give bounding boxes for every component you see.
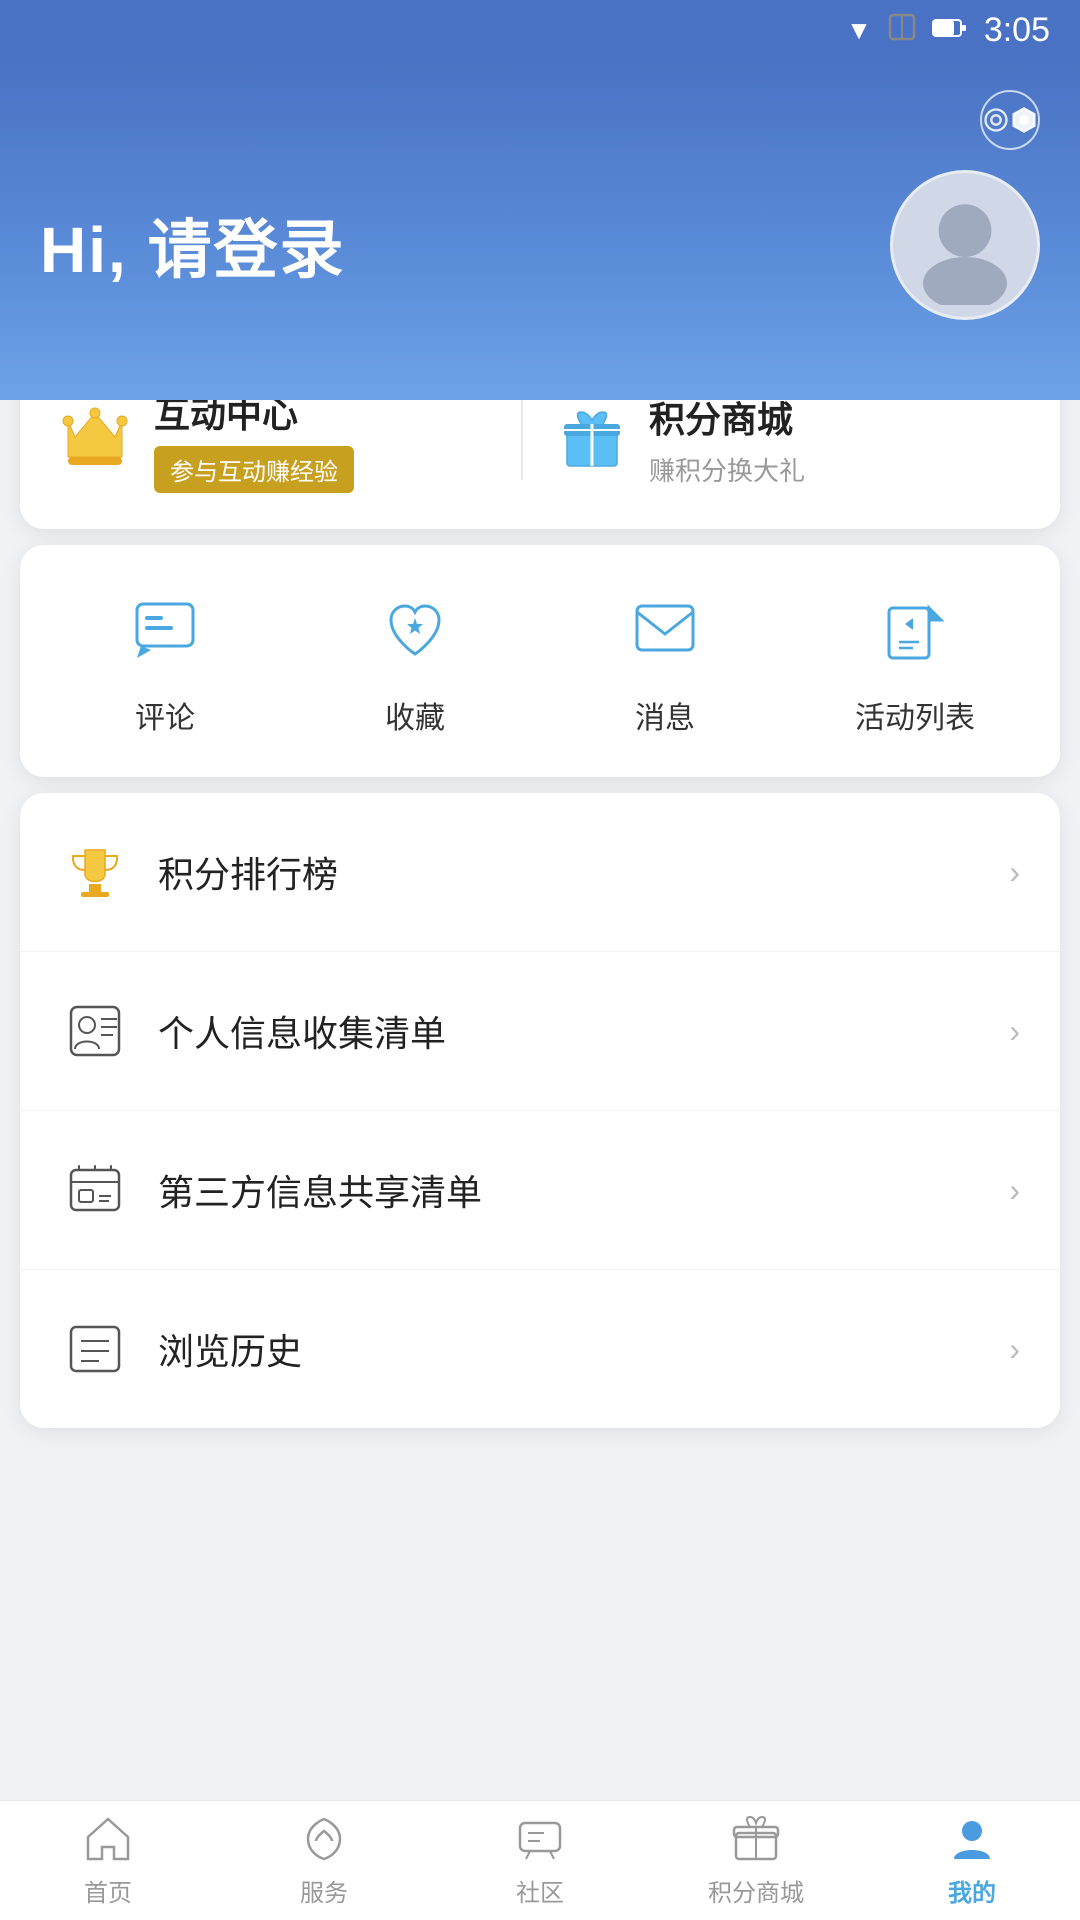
avatar[interactable] — [890, 170, 1040, 320]
action-comment-label: 评论 — [135, 693, 195, 737]
list-card: 积分排行榜 › 个人信息收集清单 › — [20, 793, 1060, 1428]
nav-mine-label: 我的 — [948, 1873, 996, 1908]
nav-points-mall-label: 积分商城 — [708, 1873, 804, 1908]
nav-community-label: 社区 — [516, 1873, 564, 1908]
points-mall-subtitle: 赚积分换大礼 — [649, 451, 805, 488]
personal-info-icon — [60, 996, 130, 1066]
history-label: 浏览历史 — [158, 1323, 1009, 1375]
history-icon — [60, 1314, 130, 1384]
nav-points-mall[interactable]: 积分商城 — [648, 1813, 864, 1908]
favorite-icon — [370, 585, 460, 675]
nav-home-label: 首页 — [84, 1873, 132, 1908]
third-party-label: 第三方信息共享清单 — [158, 1164, 1009, 1216]
points-mall-section[interactable]: 积分商城 赚积分换大礼 — [523, 391, 1020, 488]
third-party-icon — [60, 1155, 130, 1225]
ranking-arrow: › — [1009, 854, 1020, 891]
list-item-history[interactable]: 浏览历史 › — [20, 1270, 1060, 1428]
action-message[interactable]: 消息 — [540, 585, 790, 737]
interactive-center-badge: 参与互动赚经验 — [154, 446, 354, 493]
interactive-center-text: 互动中心 参与互动赚经验 — [154, 386, 354, 493]
wifi-icon: ▼ — [846, 15, 872, 46]
list-item-third-party[interactable]: 第三方信息共享清单 › — [20, 1111, 1060, 1270]
history-arrow: › — [1009, 1331, 1020, 1368]
message-icon — [620, 585, 710, 675]
nav-service[interactable]: 服务 — [216, 1813, 432, 1908]
list-item-personal-info[interactable]: 个人信息收集清单 › — [20, 952, 1060, 1111]
battery-icon — [932, 15, 968, 46]
action-activity[interactable]: 活动列表 — [790, 585, 1040, 737]
sim-icon — [888, 13, 916, 48]
nav-home[interactable]: 首页 — [0, 1813, 216, 1908]
clock: 3:05 — [984, 11, 1050, 50]
status-bar: ▼ 3:05 — [0, 0, 1080, 60]
personal-info-label: 个人信息收集清单 — [158, 1005, 1009, 1057]
bottom-nav: 首页 服务 社区 积分商城 我的 — [0, 1800, 1080, 1920]
third-party-arrow: › — [1009, 1172, 1020, 1209]
settings-button[interactable] — [980, 90, 1040, 150]
header: Hi, 请登录 — [0, 60, 1080, 400]
action-activity-label: 活动列表 — [855, 693, 975, 737]
action-comment[interactable]: 评论 — [40, 585, 290, 737]
activity-icon — [870, 585, 960, 675]
nav-mine[interactable]: 我的 — [864, 1813, 1080, 1908]
comment-icon — [120, 585, 210, 675]
quick-actions-card: 评论 收藏 消息 — [20, 545, 1060, 777]
nav-service-label: 服务 — [300, 1873, 348, 1908]
greeting-text[interactable]: Hi, 请登录 — [40, 199, 346, 291]
action-message-label: 消息 — [635, 693, 695, 737]
cards-container: 互动中心 参与互动赚经验 — [0, 350, 1080, 1574]
crown-icon — [60, 405, 130, 474]
list-item-ranking[interactable]: 积分排行榜 › — [20, 793, 1060, 952]
personal-info-arrow: › — [1009, 1013, 1020, 1050]
action-favorite[interactable]: 收藏 — [290, 585, 540, 737]
interactive-center-section[interactable]: 互动中心 参与互动赚经验 — [60, 386, 521, 493]
ranking-label: 积分排行榜 — [158, 846, 1009, 898]
trophy-icon — [60, 837, 130, 907]
action-favorite-label: 收藏 — [385, 693, 445, 737]
nav-community[interactable]: 社区 — [432, 1813, 648, 1908]
gift-icon — [559, 404, 625, 475]
points-mall-text: 积分商城 赚积分换大礼 — [649, 391, 805, 488]
